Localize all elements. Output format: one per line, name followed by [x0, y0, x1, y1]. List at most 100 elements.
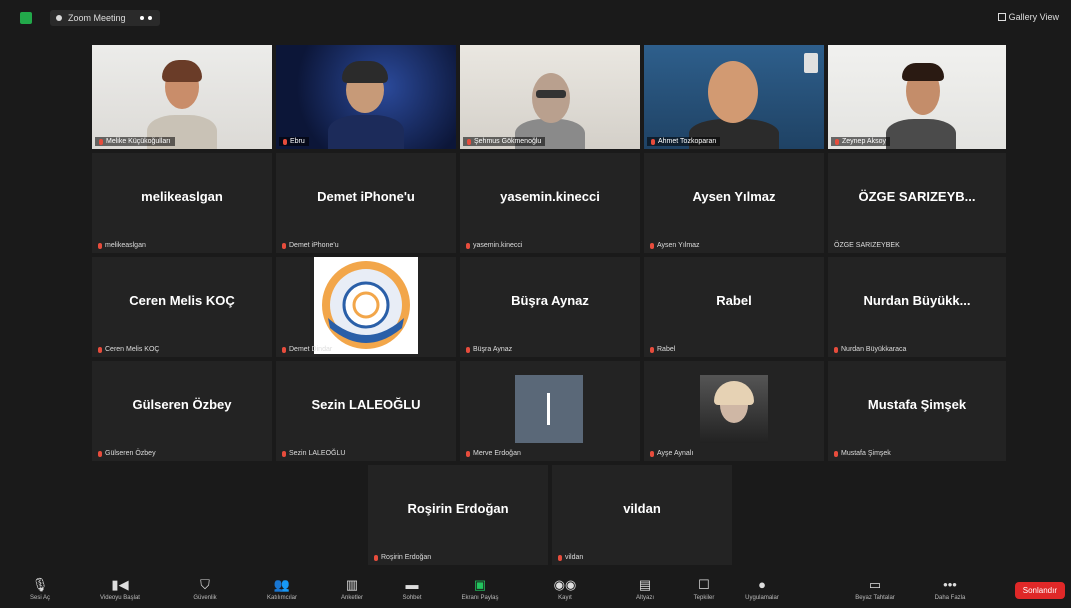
participant-name: Sezin LALEOĞLU: [311, 396, 421, 412]
participant-label: Şehmus Gökmenoğlu: [463, 137, 546, 146]
participant-tile[interactable]: Ceren Melis KOÇ Ceren Melis KOÇ: [92, 257, 272, 357]
participant-label: Demet iPhone'u: [282, 242, 339, 249]
participant-tile[interactable]: Demet Dindar: [276, 257, 456, 357]
participant-label: Ceren Melis KOÇ: [98, 346, 159, 353]
participant-name: melikeaslgan: [141, 188, 223, 204]
participant-tile[interactable]: Rabel Rabel: [644, 257, 824, 357]
participant-name: Aysen Yılmaz: [692, 188, 776, 204]
mic-muted-icon: [467, 138, 471, 145]
participant-label: ÖZGE SARIZEYBEK: [834, 242, 900, 249]
participant-tile[interactable]: Roşirin Erdoğan Roşirin Erdoğan: [368, 465, 548, 565]
video-tile[interactable]: Ebru: [276, 45, 456, 149]
reactions-icon: ☐: [698, 577, 710, 592]
participant-label: Nurdan Büyükkaraca: [834, 346, 906, 353]
mic-muted-icon: [98, 346, 102, 353]
participant-label: Demet Dindar: [282, 346, 332, 353]
security-button[interactable]: ⛉ Güvenlik: [170, 577, 240, 601]
profile-picture: [515, 375, 583, 443]
participant-tile[interactable]: ÖZGE SARIZEYB... ÖZGE SARIZEYBEK: [828, 153, 1006, 253]
profile-picture: [700, 375, 768, 443]
participant-label: melikeaslgan: [98, 242, 146, 249]
video-tile[interactable]: Melike Küçükoğulları: [92, 45, 272, 149]
mic-muted-icon: [650, 450, 654, 457]
record-button[interactable]: ◉◉ Kayıt: [530, 577, 600, 601]
mic-muted-icon: [99, 138, 103, 145]
poll-icon: ▥: [345, 577, 359, 592]
participant-name: Rabel: [716, 292, 752, 308]
participant-tile[interactable]: Aysen Yılmaz Aysen Yılmaz: [644, 153, 824, 253]
participant-name: Mustafa Şimşek: [867, 396, 967, 412]
participant-tile[interactable]: melikeaslgan melikeaslgan: [92, 153, 272, 253]
meeting-info[interactable]: Zoom Meeting: [50, 10, 160, 26]
view-button[interactable]: Gallery View: [997, 12, 1059, 22]
more-icon: •••: [943, 577, 957, 592]
more-button[interactable]: ••• Daha Fazla: [915, 577, 985, 601]
camera-icon: ▮◀: [111, 577, 129, 592]
participant-label: Zeynep Aksoy: [831, 137, 890, 146]
mic-muted-icon: [650, 242, 654, 249]
chat-icon: ▬: [405, 577, 419, 592]
participant-tile[interactable]: Büşra Aynaz Büşra Aynaz: [460, 257, 640, 357]
mic-muted-icon: [835, 138, 839, 145]
participant-label: Ebru: [279, 137, 309, 146]
participant-tile[interactable]: Merve Erdoğan: [460, 361, 640, 461]
top-bar: Zoom Meeting Gallery View: [8, 6, 1063, 32]
participants-button[interactable]: 👥 Katılımcılar: [247, 577, 317, 601]
chat-button[interactable]: ▬ Sohbet: [377, 577, 447, 601]
end-meeting-button[interactable]: Sonlandır: [1014, 582, 1065, 599]
whiteboard-icon: ▭: [868, 577, 882, 592]
video-tile[interactable]: Zeynep Aksoy: [828, 45, 1006, 149]
participant-video: [460, 45, 640, 149]
participant-tile[interactable]: Mustafa Şimşek Mustafa Şimşek: [828, 361, 1006, 461]
view-label: Gallery View: [1008, 12, 1059, 22]
mic-muted-icon: [558, 554, 562, 561]
participant-tile[interactable]: Sezin LALEOĞLU Sezin LALEOĞLU: [276, 361, 456, 461]
participant-name: Büşra Aynaz: [511, 292, 589, 308]
mic-muted-icon: [282, 242, 286, 249]
video-tile[interactable]: Şehmus Gökmenoğlu: [460, 45, 640, 149]
participants-icon: 👥: [273, 577, 291, 592]
meeting-title: Zoom Meeting: [68, 13, 126, 23]
participant-name: Gülseren Özbey: [132, 396, 232, 412]
participant-video: [828, 45, 1006, 149]
participant-name: Roşirin Erdoğan: [407, 500, 509, 516]
mute-button[interactable]: 🎙 Sesi Aç: [5, 577, 75, 601]
grid-icon: [997, 13, 1006, 21]
participant-label: Rabel: [650, 346, 675, 353]
mic-muted-icon: [466, 346, 470, 353]
apps-icon: ●: [758, 577, 766, 592]
participant-label: Sezin LALEOĞLU: [282, 450, 345, 457]
participant-name: Demet iPhone'u: [317, 188, 415, 204]
whiteboards-button[interactable]: ▭ Beyaz Tahtalar: [840, 577, 910, 601]
participant-label: vildan: [558, 554, 583, 561]
participant-label: Roşirin Erdoğan: [374, 554, 431, 561]
more-icon[interactable]: [139, 16, 152, 20]
start-video-button[interactable]: ▮◀ Videoyu Başlat: [85, 577, 155, 601]
participant-label: Ahmet Tozkoparan: [647, 137, 721, 146]
participant-video: [276, 45, 456, 149]
participant-tile[interactable]: yasemin.kinecci yasemin.kinecci: [460, 153, 640, 253]
mic-muted-icon: [98, 450, 102, 457]
apps-button[interactable]: ● Uygulamalar: [727, 577, 797, 601]
participant-name: Nurdan Büyükk...: [863, 292, 971, 308]
shield-icon[interactable]: [20, 12, 32, 24]
participant-name: Ceren Melis KOÇ: [129, 292, 235, 308]
mic-muted-icon: [466, 242, 470, 249]
mic-muted-icon: [98, 242, 102, 249]
profile-picture: [314, 257, 418, 354]
participant-tile[interactable]: Nurdan Büyükk... Nurdan Büyükkaraca: [828, 257, 1006, 357]
mic-muted-icon: [651, 138, 655, 145]
share-screen-button[interactable]: ▣ Ekranı Paylaş: [445, 577, 515, 601]
participant-name: ÖZGE SARIZEYB...: [858, 188, 976, 204]
participant-video: [92, 45, 272, 149]
participant-tile[interactable]: vildan vildan: [552, 465, 732, 565]
participant-label: Büşra Aynaz: [466, 346, 512, 353]
participant-tile[interactable]: Ayşe Aynalı: [644, 361, 824, 461]
meeting-toolbar: 🎙 Sesi Aç ▮◀ Videoyu Başlat ⛉ Güvenlik 👥 Kat…: [0, 574, 1071, 608]
participant-tile[interactable]: Gülseren Özbey Gülseren Özbey: [92, 361, 272, 461]
mic-muted-icon: [282, 346, 286, 353]
participant-label: Ayşe Aynalı: [650, 450, 693, 457]
mic-muted-icon: [834, 450, 838, 457]
participant-tile[interactable]: Demet iPhone'u Demet iPhone'u: [276, 153, 456, 253]
video-tile-active-speaker[interactable]: Ahmet Tozkoparan: [644, 45, 824, 149]
